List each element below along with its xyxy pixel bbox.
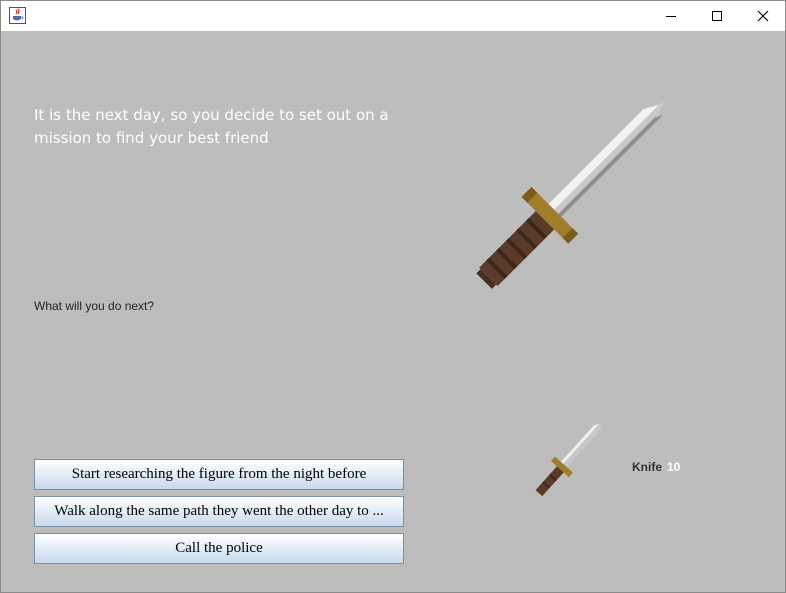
inventory-knife-icon bbox=[535, 422, 602, 497]
inventory-item-count: 10 bbox=[667, 460, 681, 474]
maximize-button[interactable] bbox=[694, 1, 740, 31]
java-cup-icon bbox=[9, 7, 26, 24]
knife-icon bbox=[476, 102, 665, 289]
story-text: It is the next day, so you decide to set… bbox=[34, 106, 389, 147]
close-button[interactable] bbox=[740, 1, 785, 31]
question-prompt: What will you do next? bbox=[34, 299, 155, 313]
choice-button-research[interactable]: Start researching the figure from the ni… bbox=[34, 459, 404, 490]
minimize-icon bbox=[666, 16, 676, 17]
knife-scene-image bbox=[476, 102, 665, 289]
minimize-button[interactable] bbox=[648, 1, 694, 31]
choice-button-call-police[interactable]: Call the police bbox=[34, 533, 404, 564]
inventory-item-name: Knife bbox=[632, 460, 662, 474]
game-window: It is the next day, so you decide to set… bbox=[0, 0, 786, 593]
maximize-icon bbox=[712, 11, 722, 21]
close-icon bbox=[757, 10, 769, 22]
title-bar bbox=[1, 1, 785, 31]
game-panel: It is the next day, so you decide to set… bbox=[1, 31, 785, 592]
choice-button-walk-path[interactable]: Walk along the same path they went the o… bbox=[34, 496, 404, 527]
